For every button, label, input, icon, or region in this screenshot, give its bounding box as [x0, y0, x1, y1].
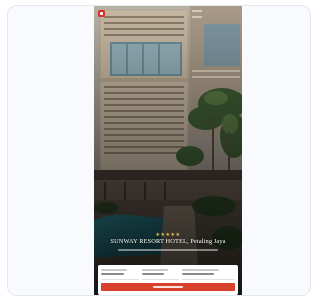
- hotel-name: SUNWAY RESORT HOTEL, Petaling Jaya: [110, 238, 226, 245]
- check-out-field[interactable]: [141, 268, 180, 280]
- preview-card: ★★★★★ SUNWAY RESORT HOTEL, Petaling Jaya: [7, 5, 311, 296]
- hotel-hero-image: [94, 6, 242, 295]
- book-now-button[interactable]: [101, 283, 235, 291]
- mobile-screenshot: ★★★★★ SUNWAY RESORT HOTEL, Petaling Jaya: [94, 6, 242, 295]
- brand-logo-icon[interactable]: [98, 10, 105, 17]
- guests-field[interactable]: [182, 268, 235, 280]
- check-in-field[interactable]: [101, 268, 139, 280]
- hotel-subtitle: [118, 249, 218, 251]
- booking-widget: [98, 265, 238, 295]
